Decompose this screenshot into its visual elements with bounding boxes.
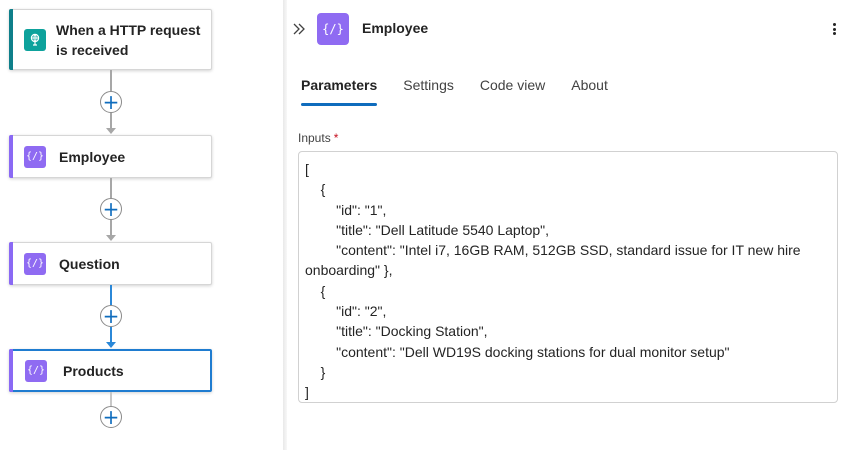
required-marker: * (333, 131, 339, 145)
add-action-button[interactable]: + (100, 406, 122, 428)
action-node-products[interactable]: {/} Products (9, 349, 212, 392)
connector-line (110, 220, 112, 236)
inputs-label-text: Inputs (298, 131, 331, 145)
http-request-icon (24, 28, 46, 51)
trigger-title-line2: is received (56, 41, 129, 58)
plus-icon: + (102, 304, 120, 328)
inputs-line: "title": "Docking Station", (305, 323, 488, 340)
action-node-title: Products (63, 362, 124, 379)
inputs-line: "id": "1", (305, 201, 387, 218)
workflow-canvas: When a HTTP request is received + {/} Em… (0, 0, 283, 450)
add-action-button[interactable]: + (100, 198, 122, 220)
connector-line (110, 392, 112, 406)
inputs-editor[interactable]: [ { "id": "1", "title": "Dell Latitude 5… (298, 151, 838, 403)
connector-line (110, 70, 112, 91)
connector-arrow-icon (106, 342, 116, 348)
inputs-line: "id": "2", (305, 303, 387, 320)
plus-icon: + (102, 405, 120, 429)
action-node-employee[interactable]: {/} Employee (9, 135, 212, 178)
tab-about[interactable]: About (571, 75, 608, 107)
inputs-line: } (305, 363, 326, 380)
inputs-line: { (305, 181, 326, 198)
add-action-button[interactable]: + (100, 91, 122, 113)
connector-line (110, 327, 112, 343)
connector-line (110, 285, 112, 305)
add-action-button[interactable]: + (100, 305, 122, 327)
compose-icon: {/} (24, 145, 46, 168)
panel-tabs: Parameters Settings Code view About (301, 75, 634, 107)
inputs-line: ] (305, 384, 309, 401)
action-node-question[interactable]: {/} Question (9, 242, 212, 285)
connector-arrow-icon (106, 235, 116, 241)
connector-line (110, 178, 112, 198)
compose-icon: {/} (24, 252, 46, 275)
trigger-title-line1: When a HTTP request (56, 21, 201, 38)
compose-icon: {/} (25, 359, 47, 382)
action-node-title: Question (59, 255, 120, 272)
collapse-panel-icon[interactable] (292, 22, 306, 36)
tab-parameters[interactable]: Parameters (301, 75, 378, 107)
action-node-title: Employee (59, 148, 126, 165)
inputs-line: "title": "Dell Latitude 5540 Laptop", (305, 221, 550, 238)
more-options-icon[interactable] (831, 20, 837, 38)
panel-header: {/} Employee (287, 11, 850, 47)
compose-icon: {/} (317, 13, 349, 45)
trigger-node-title: When a HTTP request is received (56, 20, 200, 60)
plus-icon: + (102, 197, 120, 221)
trigger-node-http-request[interactable]: When a HTTP request is received (9, 9, 212, 70)
inputs-line: [ (305, 161, 309, 177)
connector-line (110, 113, 112, 128)
action-details-panel: {/} Employee Parameters Settings Code vi… (287, 0, 850, 450)
inputs-label: Inputs * (298, 131, 338, 145)
inputs-line: "content": "Intel i7, 16GB RAM, 512GB SS… (305, 242, 805, 279)
inputs-line: "content": "Dell WD19S docking stations … (305, 343, 730, 360)
tab-settings[interactable]: Settings (403, 75, 454, 107)
plus-icon: + (102, 90, 120, 114)
panel-title[interactable]: Employee (362, 20, 428, 36)
inputs-line: { (305, 282, 326, 299)
connector-arrow-icon (106, 128, 116, 134)
tab-code-view[interactable]: Code view (480, 75, 545, 107)
